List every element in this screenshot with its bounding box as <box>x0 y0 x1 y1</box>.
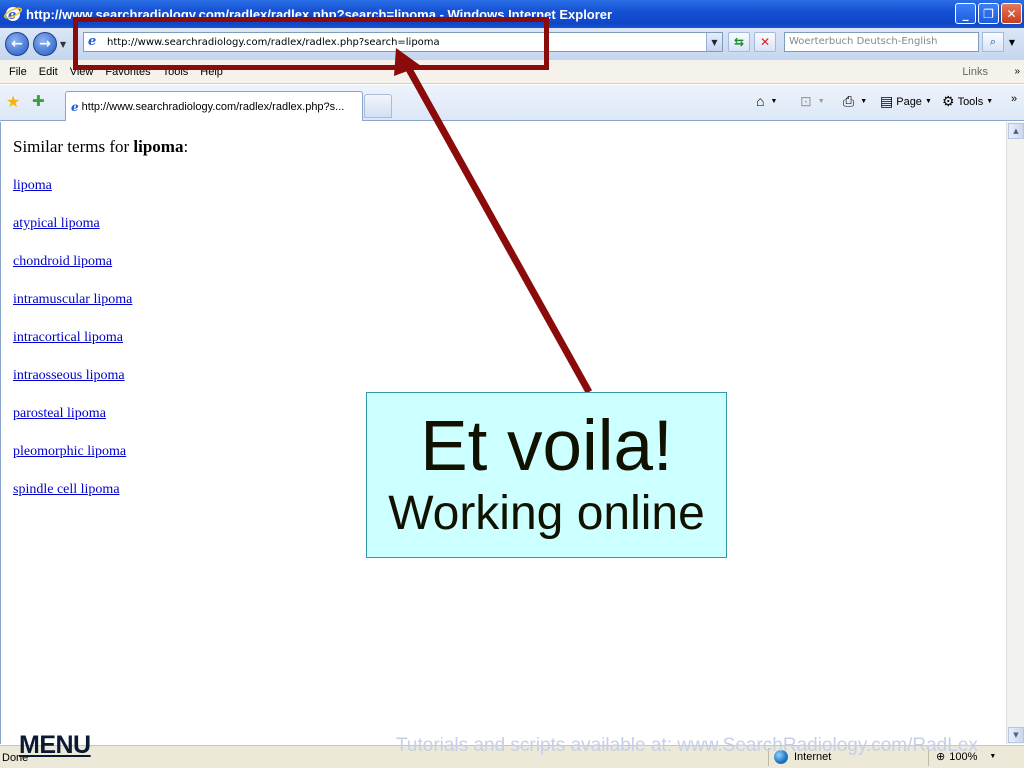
menu-button[interactable]: MENU <box>19 731 91 760</box>
maximize-button[interactable]: ❐ <box>978 3 999 24</box>
menu-edit[interactable]: Edit <box>33 66 64 78</box>
printer-icon: ⎙ <box>843 93 855 109</box>
zoom-dropdown-icon: ▼ <box>989 753 997 760</box>
new-tab-button[interactable] <box>364 94 392 118</box>
tab-active[interactable]: e http://www.searchradiology.com/radlex/… <box>65 91 363 121</box>
add-favorite-icon[interactable]: ✚ <box>32 92 45 110</box>
callout-title: Et voila! <box>420 407 673 486</box>
term-link-lipoma[interactable]: lipoma <box>13 178 52 194</box>
tab-bar: ★ ✚ e http://www.searchradiology.com/rad… <box>0 85 1024 121</box>
page-heading: Similar terms for lipoma: <box>13 137 188 157</box>
menu-file[interactable]: File <box>3 66 33 78</box>
more-commands-button[interactable]: » <box>1011 93 1017 105</box>
stop-icon: ✕ <box>759 35 771 49</box>
print-button[interactable]: ⎙ ▼ <box>843 93 867 110</box>
page-icon: e <box>71 99 79 114</box>
page-menu-button[interactable]: ▤ Page ▼ <box>880 93 932 110</box>
home-icon: ⌂ <box>756 93 765 109</box>
watermark-text: Tutorials and scripts available at: www.… <box>396 735 978 756</box>
back-button[interactable]: ← <box>5 32 29 56</box>
chevron-right-icon[interactable]: » <box>1014 66 1020 77</box>
heading-term: lipoma <box>133 137 184 156</box>
refresh-button[interactable]: ⇆ <box>728 32 750 52</box>
address-highlight-box <box>73 17 549 70</box>
term-link-pleomorphic-lipoma[interactable]: pleomorphic lipoma <box>13 444 126 460</box>
tools-menu-button[interactable]: ⚙ Tools ▼ <box>942 93 993 110</box>
callout-box: Et voila! Working online <box>366 392 727 558</box>
scroll-up-button[interactable]: ▲ <box>1008 123 1024 139</box>
heading-suffix: : <box>183 137 189 156</box>
back-arrow-icon: ← <box>11 36 23 52</box>
term-link-intraosseous-lipoma[interactable]: intraosseous lipoma <box>13 368 125 384</box>
vertical-scrollbar[interactable]: ▲ ▼ <box>1006 122 1024 744</box>
term-link-spindle-cell-lipoma[interactable]: spindle cell lipoma <box>13 482 120 498</box>
forward-button[interactable]: → <box>33 32 57 56</box>
refresh-icon: ⇆ <box>733 35 745 49</box>
chevron-right-icon: » <box>1011 93 1018 105</box>
scroll-down-button[interactable]: ▼ <box>1008 727 1024 743</box>
home-button[interactable]: ⌂ ▼ <box>756 93 777 109</box>
term-link-parosteal-lipoma[interactable]: parosteal lipoma <box>13 406 106 422</box>
rss-icon: ⊡ <box>800 93 812 109</box>
page-icon: ▤ <box>880 93 894 109</box>
term-link-chondroid-lipoma[interactable]: chondroid lipoma <box>13 254 112 270</box>
search-icon: ⌕ <box>989 35 997 48</box>
minimize-button[interactable]: _ <box>955 3 976 24</box>
favorites-star-icon[interactable]: ★ <box>6 92 20 111</box>
page-menu-label: Page <box>896 95 922 108</box>
ie-logo-icon: e <box>3 5 23 23</box>
tools-menu-label: Tools <box>957 95 984 108</box>
stop-button[interactable]: ✕ <box>754 32 776 52</box>
links-toolbar[interactable]: Links <box>962 66 988 78</box>
history-dropdown-button[interactable]: ▼ <box>60 40 66 49</box>
search-options-dropdown[interactable]: ▼ <box>1005 32 1019 52</box>
close-button[interactable]: ✕ <box>1001 3 1022 24</box>
term-link-intracortical-lipoma[interactable]: intracortical lipoma <box>13 330 123 346</box>
heading-prefix: Similar terms for <box>13 137 134 156</box>
address-dropdown-button[interactable]: ▼ <box>706 33 722 51</box>
search-input[interactable]: Woerterbuch Deutsch-English <box>784 32 979 52</box>
term-link-intramuscular-lipoma[interactable]: intramuscular lipoma <box>13 292 132 308</box>
forward-arrow-icon: → <box>39 36 51 52</box>
gear-icon: ⚙ <box>942 93 955 109</box>
search-button[interactable]: ⌕ <box>982 32 1004 52</box>
term-link-atypical-lipoma[interactable]: atypical lipoma <box>13 216 100 232</box>
callout-subtitle: Working online <box>388 487 705 540</box>
feeds-button[interactable]: ⊡ ▼ <box>800 93 825 110</box>
tab-title: http://www.searchradiology.com/radlex/ra… <box>81 100 345 113</box>
